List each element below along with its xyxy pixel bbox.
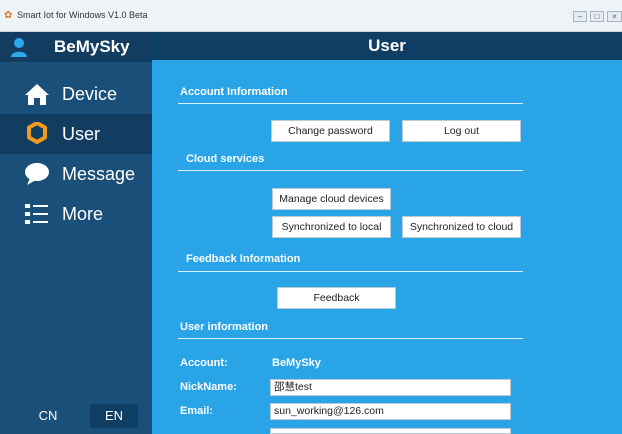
app-icon: ✿ (4, 10, 13, 21)
email-field[interactable]: sun_working@126.com (270, 403, 511, 420)
log-out-button[interactable]: Log out (402, 120, 521, 142)
section-title-feedback: Feedback Information (186, 253, 301, 265)
section-title-cloud: Cloud services (186, 153, 265, 165)
list-icon (25, 204, 48, 224)
sidebar-item-user[interactable]: User (0, 114, 152, 154)
change-password-button[interactable]: Change password (271, 120, 390, 142)
sidebar-item-label: More (62, 204, 104, 224)
page-title: User (368, 36, 406, 55)
sidebar-item-label: User (62, 124, 101, 144)
gear-icon (27, 122, 47, 144)
section-title-account: Account Information (180, 86, 288, 98)
chat-bubble-icon (25, 163, 49, 185)
sidebar: BeMySky Device User Message More CN EN (0, 32, 152, 434)
email-label: Email: (180, 405, 214, 417)
sidebar-item-label: Message (62, 164, 136, 184)
section-divider (178, 271, 523, 272)
minimize-button[interactable]: – (573, 11, 587, 22)
sidebar-header: BeMySky (0, 32, 152, 62)
synchronized-to-cloud-button[interactable]: Synchronized to cloud (402, 216, 521, 238)
section-divider (178, 170, 523, 171)
sidebar-item-message[interactable]: Message (0, 154, 152, 194)
account-value: BeMySky (272, 357, 321, 369)
sidebar-item-more[interactable]: More (0, 194, 152, 234)
maximize-button[interactable]: □ (590, 11, 604, 22)
next-field[interactable] (270, 428, 511, 434)
nickname-field[interactable]: 邵慧test (270, 379, 511, 396)
window-title: Smart Iot for Windows V1.0 Beta (17, 10, 148, 20)
sidebar-item-device[interactable]: Device (0, 74, 152, 114)
account-label: Account: (180, 357, 228, 369)
manage-cloud-devices-button[interactable]: Manage cloud devices (272, 188, 391, 210)
page-header: User (152, 32, 622, 60)
synchronized-to-local-button[interactable]: Synchronized to local (272, 216, 391, 238)
feedback-button[interactable]: Feedback (277, 287, 396, 309)
sidebar-item-label: Device (62, 84, 118, 104)
language-en-button[interactable]: EN (90, 404, 138, 428)
user-icon (11, 38, 27, 57)
section-divider (178, 338, 523, 339)
section-title-user-information: User information (180, 321, 269, 333)
brand-name: BeMySky (54, 37, 130, 56)
nickname-label: NickName: (180, 381, 237, 393)
home-icon (25, 84, 49, 105)
language-cn-button[interactable]: CN (32, 404, 64, 428)
window-titlebar: ✿ Smart Iot for Windows V1.0 Beta – □ × (0, 0, 622, 32)
main-panel: User Account Information Change password… (152, 32, 622, 434)
close-button[interactable]: × (607, 11, 622, 22)
section-divider (178, 103, 523, 104)
